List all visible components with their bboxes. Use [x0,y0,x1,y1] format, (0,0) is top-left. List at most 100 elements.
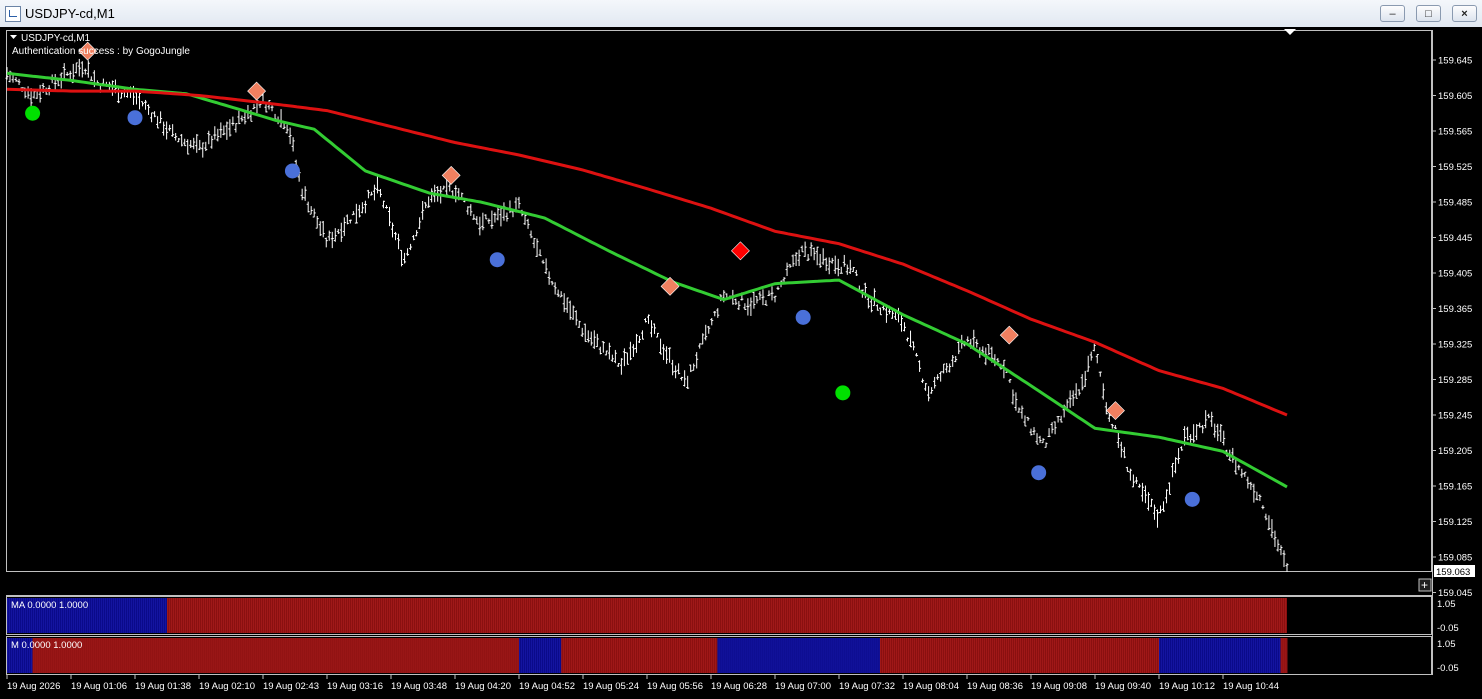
price-bar [544,258,548,275]
indicator2-axis-bottom: -0.05 [1437,663,1459,674]
price-bar [918,360,922,372]
price-bar [282,123,286,130]
price-bar [818,253,822,268]
price-bar [1092,343,1096,352]
price-bar [1089,351,1093,361]
price-bar [180,134,184,147]
time-axis-label: 19 Aug 06:28 [711,681,767,692]
price-bar [815,246,819,266]
price-bar [1252,483,1256,503]
price-bar [821,248,825,265]
price-bar [529,230,533,239]
time-axis-label: 19 Aug 02:10 [199,681,255,692]
buy-dot-marker [25,105,41,121]
price-bar [785,262,789,277]
price-bar [1131,474,1135,488]
price-bar [1017,407,1021,413]
price-bar [954,355,958,363]
price-bar [306,201,310,213]
price-bar [770,286,774,301]
price-chart[interactable]: 159.645 159.605 159.565 159.525 159.485 159.4… [0,27,1482,699]
time-axis-labels: 19 Aug 2026 19 Aug 01:06 19 Aug 01:38 19 Au… [6,675,1279,692]
price-bar [535,238,539,258]
price-bar [650,320,654,338]
time-axis-label: 19 Aug 01:06 [71,681,127,692]
price-bar [348,219,352,224]
minimize-button[interactable]: – [1380,5,1405,22]
price-bar [1249,481,1253,490]
price-bar [363,200,367,214]
price-bar [565,297,569,313]
price-bar [1234,459,1238,475]
price-axis-label: 159.085 [1438,553,1472,564]
price-bar [1207,413,1211,419]
price-bar [701,333,705,345]
price-bar [270,105,274,112]
time-axis-label: 19 Aug 05:24 [583,681,639,692]
price-bar [86,60,90,78]
symbol-dropdown-arrow-icon[interactable] [10,35,17,39]
price-bar [809,242,813,257]
price-bar [1162,501,1166,512]
price-bar [1008,378,1012,383]
price-bar [472,214,476,220]
price-bar [1222,430,1226,446]
price-bar [418,217,422,230]
price-bar [610,354,614,362]
auth-status-text: Authentication success : by GogoJungle [12,46,190,57]
time-axis-label: 19 Aug 09:08 [1031,681,1087,692]
price-bar [1011,389,1015,405]
price-bar [285,124,289,134]
diamond-marker [660,276,680,296]
chart-shift-marker-icon[interactable] [1284,29,1296,35]
price-bar [1285,563,1289,572]
price-bar [400,249,404,267]
price-bar [622,348,626,367]
price-bar [207,130,211,145]
close-button[interactable]: × [1452,5,1477,22]
price-bar [677,363,681,375]
chart-area[interactable]: 159.645 159.605 159.565 159.525 159.485 159.4… [0,27,1482,699]
price-bar [752,291,756,309]
price-bar [1155,509,1159,528]
price-bar [1149,498,1153,507]
price-axis-label: 159.045 [1438,588,1472,599]
price-bar [945,362,949,373]
price-bar [231,116,235,126]
indicator2-axis-top: 1.05 [1437,639,1456,650]
price-bar [174,132,178,141]
price-bar [707,325,711,334]
price-bar [1210,411,1214,427]
price-bar [1047,428,1051,438]
price-bar [616,363,620,367]
price-bar [493,212,497,223]
price-bar [415,230,419,237]
price-axis-label: 159.365 [1438,304,1472,315]
price-bar [1014,392,1018,411]
price-bar [659,338,663,355]
price-bar [680,376,684,381]
maximize-button[interactable]: □ [1416,5,1441,22]
time-axis-label: 19 Aug 2026 [7,681,60,692]
price-bar [912,341,916,351]
current-price-label: 159.063 [1436,567,1470,578]
price-bar [764,300,768,306]
price-bar [698,343,702,349]
sell-dot-marker [1184,491,1200,507]
price-bar [773,295,777,303]
price-axis-label: 159.485 [1438,198,1472,209]
price-bar [628,341,632,361]
price-bar [1180,446,1184,451]
price-bar [168,124,172,132]
price-bar [1204,410,1208,429]
price-bar [1216,423,1220,442]
price-bar [674,365,678,379]
price-bar [409,243,413,251]
price-bar [909,330,913,348]
price-bar [62,63,66,81]
price-bar [216,128,220,142]
price-bar [1267,515,1271,531]
indicator2-label: M 0.0000 1.0000 [11,640,82,651]
price-bar [872,288,876,307]
price-bar [448,183,452,192]
